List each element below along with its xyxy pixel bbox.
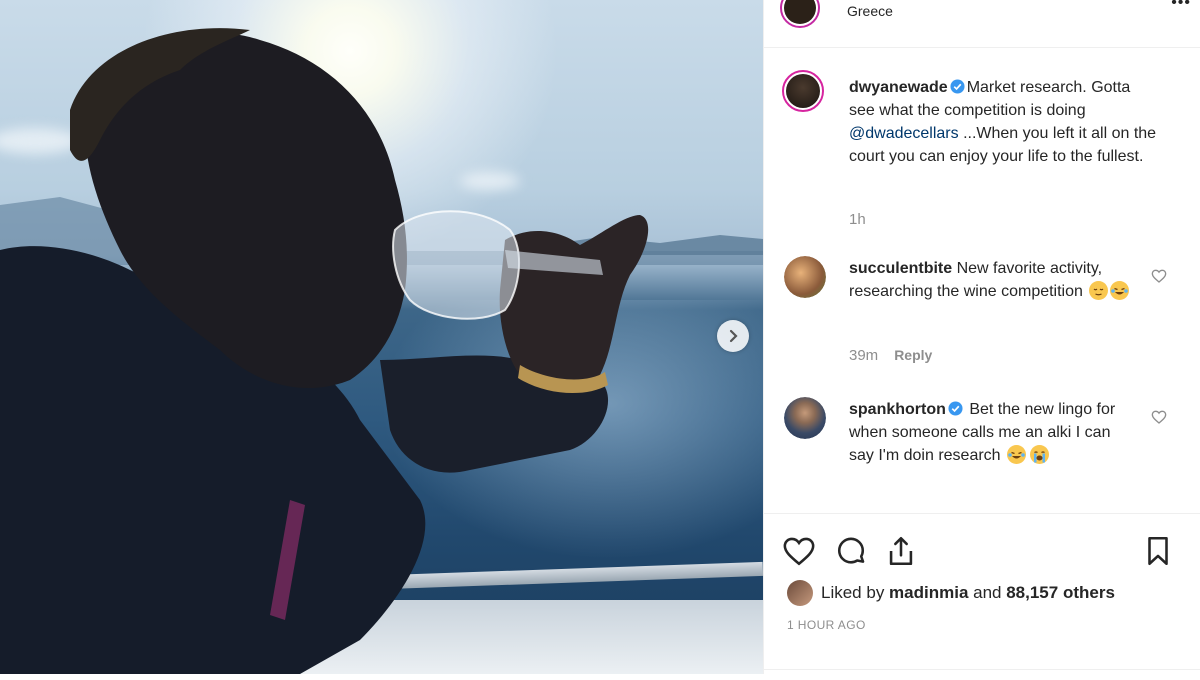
like-heart-icon[interactable] [782, 534, 816, 568]
likes-summary[interactable]: Liked by madinmia and 88,157 others [787, 578, 1115, 608]
more-options-icon[interactable]: ••• [1171, 0, 1191, 12]
caption-mention-link[interactable]: @dwadecellars [849, 125, 959, 142]
bookmark-icon[interactable] [1141, 534, 1175, 568]
caption-username[interactable]: dwyanewade [849, 79, 948, 96]
liker-avatar [787, 580, 813, 606]
likes-prefix: Liked by [821, 583, 890, 602]
next-media-button[interactable] [717, 320, 749, 352]
verified-badge-icon [948, 401, 963, 416]
loudly-crying-emoji-icon [1030, 445, 1050, 464]
comments-list[interactable]: dwyanewade Market research. Gotta see wha… [764, 48, 1200, 513]
post-actions: Liked by madinmia and 88,157 others 1 HO… [764, 513, 1200, 675]
caption-author-avatar[interactable] [782, 70, 824, 112]
comment-username[interactable]: spankhorton [849, 401, 946, 418]
liker-username[interactable]: madinmia [889, 583, 968, 602]
post-side-panel: Greece ••• dwyanewade Market research. Go… [763, 0, 1200, 674]
verified-badge-icon [950, 79, 965, 94]
reply-button[interactable]: Reply [894, 347, 932, 363]
commenter-avatar[interactable] [784, 397, 826, 439]
comment-bubble-icon[interactable] [834, 534, 868, 568]
person-silhouette [0, 28, 649, 674]
caption-age[interactable]: 1h [849, 211, 866, 228]
tears-of-joy-emoji-icon [1110, 281, 1130, 300]
commenter-avatar[interactable] [784, 256, 826, 298]
comment-age[interactable]: 39m [849, 347, 878, 364]
post-header: Greece ••• [764, 0, 1200, 48]
location-link[interactable]: Greece [847, 3, 893, 19]
comment-meta: 39m Reply [849, 347, 932, 364]
like-comment-heart-icon[interactable] [1151, 268, 1167, 284]
tears-of-joy-emoji-icon [1007, 445, 1027, 464]
post-timestamp[interactable]: 1 HOUR AGO [787, 618, 866, 632]
like-comment-heart-icon[interactable] [1151, 409, 1167, 425]
add-comment-area[interactable] [764, 669, 1200, 680]
author-avatar[interactable] [780, 0, 820, 28]
likes-middle: and [968, 583, 1007, 602]
share-icon[interactable] [884, 534, 918, 568]
relieved-face-emoji-icon [1089, 281, 1109, 300]
comment: spankhorton Bet the new lingo for when s… [849, 398, 1139, 467]
comment: succulentbite New favorite activity, res… [849, 257, 1139, 303]
comment-username[interactable]: succulentbite [849, 260, 952, 277]
post-media[interactable] [0, 0, 763, 674]
chevron-right-icon [729, 329, 738, 343]
likes-count[interactable]: 88,157 others [1006, 583, 1115, 602]
caption: dwyanewade Market research. Gotta see wha… [849, 76, 1159, 168]
